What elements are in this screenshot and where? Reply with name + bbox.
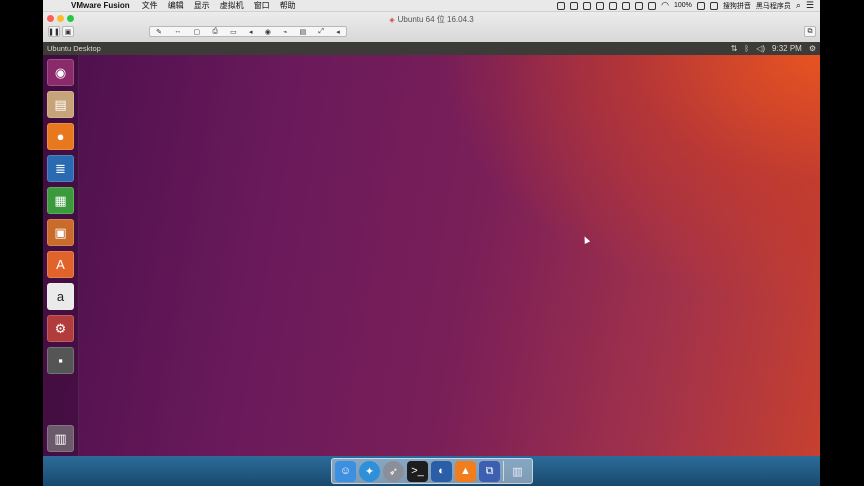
writer-icon: ≣ (55, 160, 66, 176)
app-menu-vmware-fusion[interactable]: VMware Fusion (71, 1, 130, 10)
disk-icon: ▪ (58, 353, 63, 368)
dock-safari[interactable]: ✦ (359, 460, 380, 482)
files-icon: ▤ (54, 96, 67, 112)
ubuntu-top-panel: Ubuntu Desktop ⇅ ᛒ ◁) 9:32 PM ⚙ (43, 42, 820, 55)
username-label[interactable]: 黑马程序员 (756, 1, 791, 11)
chevron-left-icon[interactable]: ◂ (336, 28, 340, 36)
vm-toolbar: ✎ ↔ ▢ ⎙ ▭ ◂ ◉ ⌁ ▤ ⤢ ◂ (149, 26, 347, 37)
safari-icon: ✦ (364, 465, 375, 478)
menu-help[interactable]: 帮助 (280, 0, 296, 11)
display-icon[interactable]: ▢ (193, 28, 200, 36)
launcher-amazon[interactable]: a (47, 283, 74, 310)
printer-icon[interactable]: ⎙ (212, 28, 218, 36)
menu-view[interactable]: 显示 (194, 0, 210, 11)
menu-window[interactable]: 窗口 (254, 0, 270, 11)
system-settings-icon: ⚙ (54, 320, 67, 336)
launcher-calc[interactable]: ▦ (47, 187, 74, 214)
search-icon[interactable]: ⌕ (796, 0, 801, 11)
status-area: ◠ 100% 搜狗拼音 黑马程序员 ⌕ ☰ (557, 0, 814, 11)
terminal-icon: >_ (411, 465, 424, 477)
menu-edit[interactable]: 编辑 (168, 0, 184, 11)
impress-icon: ▣ (54, 224, 67, 240)
dock-separator (503, 461, 504, 481)
preview-icon: ◐ (438, 465, 445, 477)
launchpad-icon: ➶ (388, 465, 399, 478)
settings-wrench-icon[interactable]: ✎ (156, 28, 162, 36)
pause-button[interactable]: ❚❚ (48, 26, 60, 37)
launcher-impress[interactable]: ▣ (47, 219, 74, 246)
battery-percent[interactable]: 100% (674, 2, 692, 9)
snapshot-button[interactable]: ▣ (62, 26, 74, 37)
input-method-label[interactable]: 搜狗拼音 (723, 1, 751, 11)
dock-launchpad[interactable]: ➶ (383, 460, 404, 482)
volume-icon[interactable]: ◁) (756, 44, 765, 53)
amazon-icon: a (56, 289, 65, 304)
airplay-icon[interactable] (648, 1, 657, 10)
resize-icon[interactable]: ↔ (174, 28, 181, 35)
menu-file[interactable]: 文件 (142, 0, 158, 11)
dock-vmware[interactable]: ⧉ (479, 460, 500, 482)
send-icon[interactable] (583, 1, 592, 10)
dock-finder[interactable]: ☺ (335, 460, 356, 482)
software-center-icon: A (56, 257, 65, 272)
qq-icon[interactable] (635, 1, 644, 10)
battery-icon[interactable] (696, 1, 705, 10)
vlc-icon: ▲ (460, 465, 471, 477)
camera-icon[interactable]: ◉ (265, 28, 271, 36)
launcher-writer[interactable]: ≣ (47, 155, 74, 182)
mac-menubar: VMware Fusion 文件 编辑 显示 虚拟机 窗口 帮助 ◠ 100% … (43, 0, 820, 12)
floppy-icon[interactable]: ▤ (300, 28, 307, 36)
launcher-trash[interactable]: ▥ (47, 425, 74, 452)
sound-icon[interactable]: ◂ (249, 28, 253, 36)
launcher-disk[interactable]: ▪ (47, 347, 74, 374)
launcher-software-center[interactable]: A (47, 251, 74, 278)
launcher-firefox[interactable]: ● (47, 123, 74, 150)
dock-trash[interactable]: ▥ (507, 461, 528, 482)
fullscreen-icon[interactable]: ⤢ (318, 28, 324, 36)
dash-icon: ◉ (54, 64, 67, 80)
wifi-icon[interactable]: ◠ (661, 0, 669, 11)
vmware-icon: ⧉ (485, 464, 494, 477)
finder-icon: ☺ (339, 465, 352, 477)
input-method-icon[interactable] (709, 1, 718, 10)
network-icon[interactable]: ⇅ (731, 44, 738, 53)
scissors-icon[interactable] (596, 1, 605, 10)
panel-indicators: ⇅ ᛒ ◁) 9:32 PM ⚙ (731, 44, 816, 53)
window-mode-button[interactable]: ⧉ (804, 26, 816, 37)
usb-icon[interactable]: ⌁ (283, 28, 287, 36)
vm-icon: ◈ (389, 17, 395, 24)
notification-center-icon[interactable]: ☰ (806, 0, 814, 11)
launcher-system-settings[interactable]: ⚙ (47, 315, 74, 342)
dock-terminal[interactable]: >_ (407, 460, 428, 482)
window-title: ◈ Ubuntu 64 位 16.04.3 (43, 14, 820, 25)
dock-preview[interactable]: ◐ (431, 460, 452, 482)
menu-virtual-machine[interactable]: 虚拟机 (220, 0, 244, 11)
launcher-files[interactable]: ▤ (47, 91, 74, 118)
window-title-text: Ubuntu 64 位 16.04.3 (397, 15, 474, 24)
trash-icon: ▥ (512, 465, 523, 478)
panel-clock[interactable]: 9:32 PM (772, 44, 802, 53)
dock-vlc[interactable]: ▲ (455, 460, 476, 482)
drive-icon[interactable]: ▭ (230, 28, 237, 36)
ubuntu-launcher: ◉ ▤ ● ≣ ▦ ▣ A a ⚙ ▪ ▥ (43, 55, 79, 456)
firefox-icon: ● (56, 129, 65, 144)
panel-title: Ubuntu Desktop (47, 44, 101, 53)
bluetooth-icon[interactable]: ᛒ (744, 44, 749, 53)
cloud-icon[interactable] (622, 1, 631, 10)
ubuntu-desktop[interactable] (43, 55, 820, 456)
system-menu-icon[interactable]: ⚙ (809, 44, 816, 53)
trash-icon: ▥ (54, 430, 67, 446)
vmware-status-icon[interactable] (557, 1, 566, 10)
vmware-titlebar: ◈ Ubuntu 64 位 16.04.3 ❚❚ ▣ ✎ ↔ ▢ ⎙ ▭ ◂ ◉ … (43, 12, 820, 43)
mac-dock: ☺ ✦ ➶ >_ ◐ ▲ ⧉ ▥ (331, 458, 533, 484)
calc-icon: ▦ (54, 192, 67, 208)
launcher-dash[interactable]: ◉ (47, 59, 74, 86)
sync-icon[interactable] (609, 1, 618, 10)
message-icon[interactable] (570, 1, 579, 10)
